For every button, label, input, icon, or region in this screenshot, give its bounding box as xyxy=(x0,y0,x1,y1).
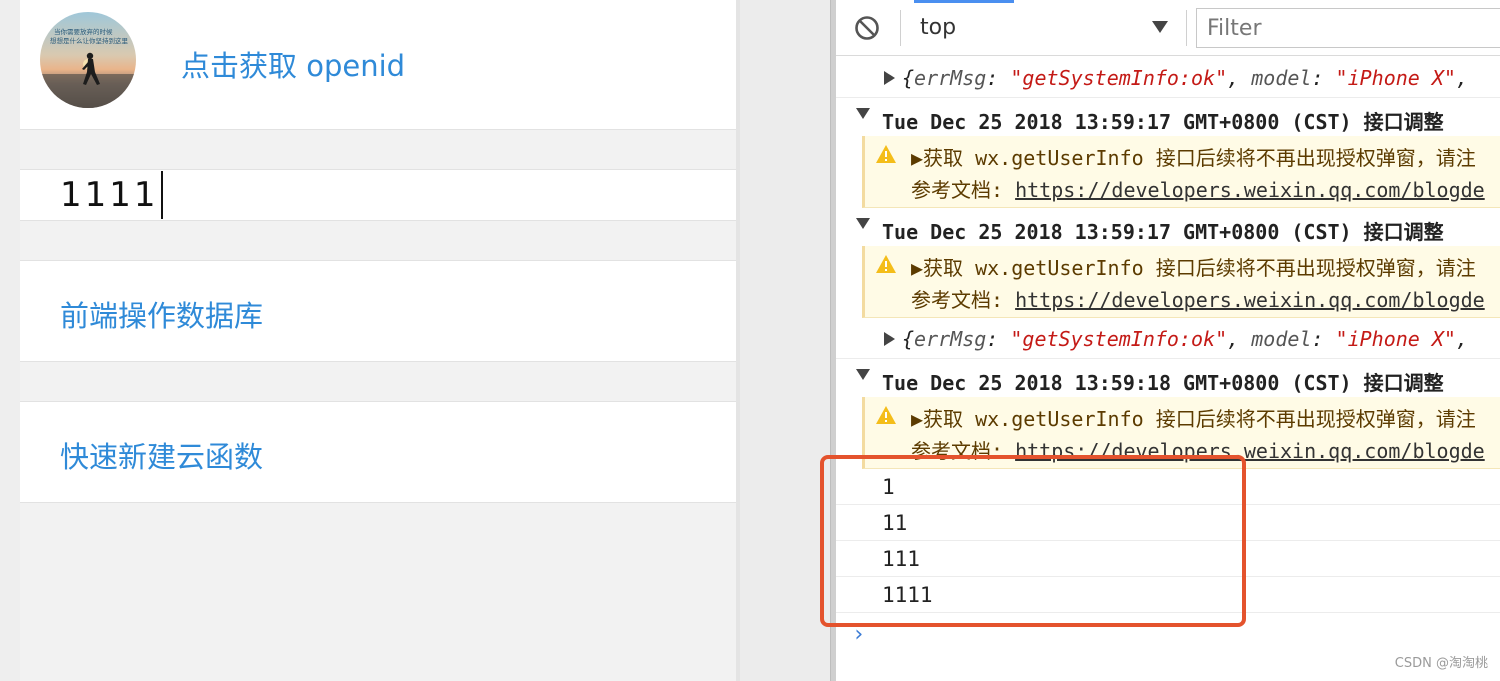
avatar-image: 当你需要放弃的时候 想想是什么让你坚持到这里 xyxy=(40,12,136,108)
group-title: Tue Dec 25 2018 13:59:17 GMT+0800 (CST) … xyxy=(882,220,1444,244)
warning-icon xyxy=(876,145,896,163)
toolbar-separator xyxy=(900,10,901,46)
log-text: 1111 xyxy=(882,583,933,607)
devtools-console: top {errMsg: "getSystemInfo:ok", model: … xyxy=(836,0,1500,681)
toolbar-separator xyxy=(1186,10,1187,46)
warning-reference: 参考文档: https://developers.weixin.qq.com/b… xyxy=(911,178,1485,202)
doc-link[interactable]: https://developers.weixin.qq.com/blogde xyxy=(1015,439,1485,463)
group-title: Tue Dec 25 2018 13:59:18 GMT+0800 (CST) … xyxy=(882,371,1444,395)
new-cloud-function-link[interactable]: 快速新建云函数 xyxy=(60,434,263,476)
log-row-object[interactable]: {errMsg: "getSystemInfo:ok", model: "iPh… xyxy=(836,319,1500,359)
console-toolbar: top xyxy=(836,0,1500,56)
avatar-caption-1: 当你需要放弃的时候 xyxy=(54,27,113,36)
collapse-arrow-icon[interactable] xyxy=(856,218,870,229)
expand-arrow-icon[interactable] xyxy=(884,71,895,85)
warning-message: ▶获取 wx.getUserInfo 接口后续将不再出现授权弹窗，请注 xyxy=(911,407,1476,431)
warning-message: ▶获取 wx.getUserInfo 接口后续将不再出现授权弹窗，请注 xyxy=(911,146,1476,170)
log-text: 1 xyxy=(882,475,895,499)
group-title: Tue Dec 25 2018 13:59:17 GMT+0800 (CST) … xyxy=(882,110,1444,134)
console-prompt[interactable]: › xyxy=(852,622,865,647)
phone-screen: 当你需要放弃的时候 想想是什么让你坚持到这里 点击获取 openid 1111 … xyxy=(20,0,736,681)
log-row[interactable]: 1 xyxy=(836,469,1500,505)
doc-link[interactable]: https://developers.weixin.qq.com/blogde xyxy=(1015,288,1485,312)
collapse-arrow-icon[interactable] xyxy=(856,108,870,119)
collapse-arrow-icon[interactable] xyxy=(856,369,870,380)
warning-icon xyxy=(876,406,896,424)
log-row[interactable]: 1111 xyxy=(836,577,1500,613)
cloud-function-row: 快速新建云函数 xyxy=(20,401,736,503)
object-preview: {errMsg: "getSystemInfo:ok", model: "iPh… xyxy=(902,327,1469,351)
warning-message: ▶获取 wx.getUserInfo 接口后续将不再出现授权弹窗，请注 xyxy=(911,256,1476,280)
text-caret xyxy=(160,171,163,219)
avatar[interactable]: 当你需要放弃的时候 想想是什么让你坚持到这里 xyxy=(40,12,136,108)
phone-border xyxy=(736,0,740,681)
expand-arrow-icon[interactable] xyxy=(884,332,895,346)
db-row: 前端操作数据库 xyxy=(20,260,736,362)
log-warning[interactable]: ▶获取 wx.getUserInfo 接口后续将不再出现授权弹窗，请注 参考文档… xyxy=(862,397,1500,469)
watermark: CSDN @淘淘桃 xyxy=(1394,656,1488,671)
log-warning[interactable]: ▶获取 wx.getUserInfo 接口后续将不再出现授权弹窗，请注 参考文档… xyxy=(862,136,1500,208)
user-row: 当你需要放弃的时候 想想是什么让你坚持到这里 点击获取 openid xyxy=(20,0,736,130)
input-value: 1111 xyxy=(60,175,159,215)
log-group-header[interactable]: Tue Dec 25 2018 13:59:18 GMT+0800 (CST) … xyxy=(836,359,1500,397)
log-row-object[interactable]: {errMsg: "getSystemInfo:ok", model: "iPh… xyxy=(836,58,1500,98)
log-group-header[interactable]: Tue Dec 25 2018 13:59:17 GMT+0800 (CST) … xyxy=(836,98,1500,136)
filter-input[interactable] xyxy=(1196,8,1500,48)
simulator-pane: 当你需要放弃的时候 想想是什么让你坚持到这里 点击获取 openid 1111 … xyxy=(0,0,830,681)
clear-console-icon[interactable] xyxy=(854,15,880,41)
log-row[interactable]: 111 xyxy=(836,541,1500,577)
warning-reference: 参考文档: https://developers.weixin.qq.com/b… xyxy=(911,439,1485,463)
avatar-caption-2: 想想是什么让你坚持到这里 xyxy=(50,36,129,45)
input-row: 1111 xyxy=(20,169,736,221)
get-openid-button[interactable]: 点击获取 openid xyxy=(181,43,405,85)
context-value: top xyxy=(920,15,957,40)
object-preview: {errMsg: "getSystemInfo:ok", model: "iPh… xyxy=(902,66,1469,90)
log-text: 11 xyxy=(882,511,908,535)
text-input[interactable]: 1111 xyxy=(60,170,700,220)
warning-icon xyxy=(876,255,896,273)
context-select[interactable]: top xyxy=(908,8,1178,48)
log-group-header[interactable]: Tue Dec 25 2018 13:59:17 GMT+0800 (CST) … xyxy=(836,208,1500,246)
active-tab-indicator xyxy=(914,0,1014,3)
warning-reference: 参考文档: https://developers.weixin.qq.com/b… xyxy=(911,288,1485,312)
frontend-db-link[interactable]: 前端操作数据库 xyxy=(60,293,263,335)
simulator-edge xyxy=(0,0,20,681)
log-warning[interactable]: ▶获取 wx.getUserInfo 接口后续将不再出现授权弹窗，请注 参考文档… xyxy=(862,246,1500,318)
chevron-down-icon xyxy=(1152,21,1168,33)
log-row[interactable]: 11 xyxy=(836,505,1500,541)
log-text: 111 xyxy=(882,547,920,571)
doc-link[interactable]: https://developers.weixin.qq.com/blogde xyxy=(1015,178,1485,202)
